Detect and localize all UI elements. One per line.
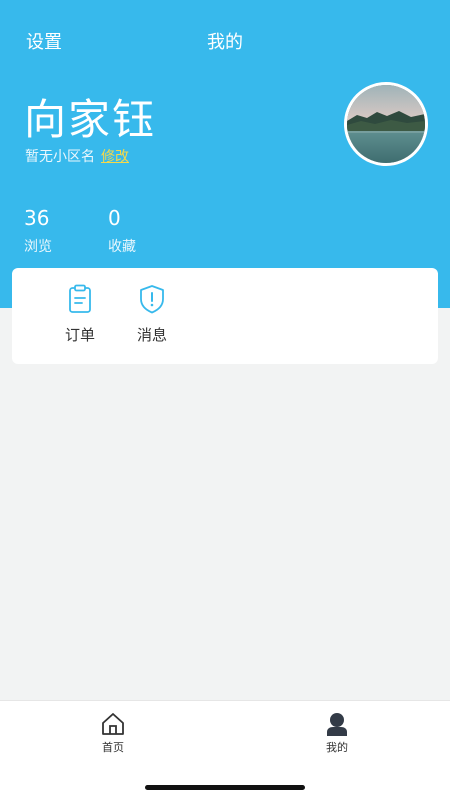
avatar-image (347, 85, 425, 163)
user-name: 向家钰 (24, 95, 157, 144)
user-icon (324, 711, 350, 737)
page-title: 我的 (207, 32, 243, 53)
stat-favorites-label: 收藏 (108, 239, 136, 255)
community-name: 暂无小区名 (25, 149, 95, 165)
messages-button[interactable]: 消息 (122, 284, 182, 345)
stat-browse-label: 浏览 (24, 239, 52, 255)
stat-browse-value: 36 (24, 206, 50, 230)
tab-mine[interactable]: 我的 (307, 711, 367, 755)
orders-button[interactable]: 订单 (50, 284, 110, 345)
shield-alert-icon (138, 284, 166, 314)
orders-label: 订单 (64, 326, 95, 344)
clipboard-icon (66, 284, 94, 314)
stat-browse[interactable]: 36 浏览 (24, 206, 52, 256)
stat-favorites[interactable]: 0 收藏 (108, 206, 136, 256)
stat-favorites-value: 0 (108, 206, 121, 230)
quick-actions-card: 订单 消息 (12, 268, 438, 364)
home-icon (100, 711, 126, 737)
profile-header: 设置 我的 向家钰 暂无小区名 修改 36 浏览 0 收藏 (0, 0, 450, 308)
tab-home-label: 首页 (102, 741, 124, 754)
community-row: 暂无小区名 修改 (25, 146, 129, 166)
edit-community-link[interactable]: 修改 (101, 149, 129, 165)
avatar[interactable] (344, 82, 428, 166)
tab-home[interactable]: 首页 (83, 711, 143, 755)
tab-mine-label: 我的 (326, 741, 348, 754)
messages-label: 消息 (136, 326, 167, 344)
home-indicator (145, 785, 305, 790)
